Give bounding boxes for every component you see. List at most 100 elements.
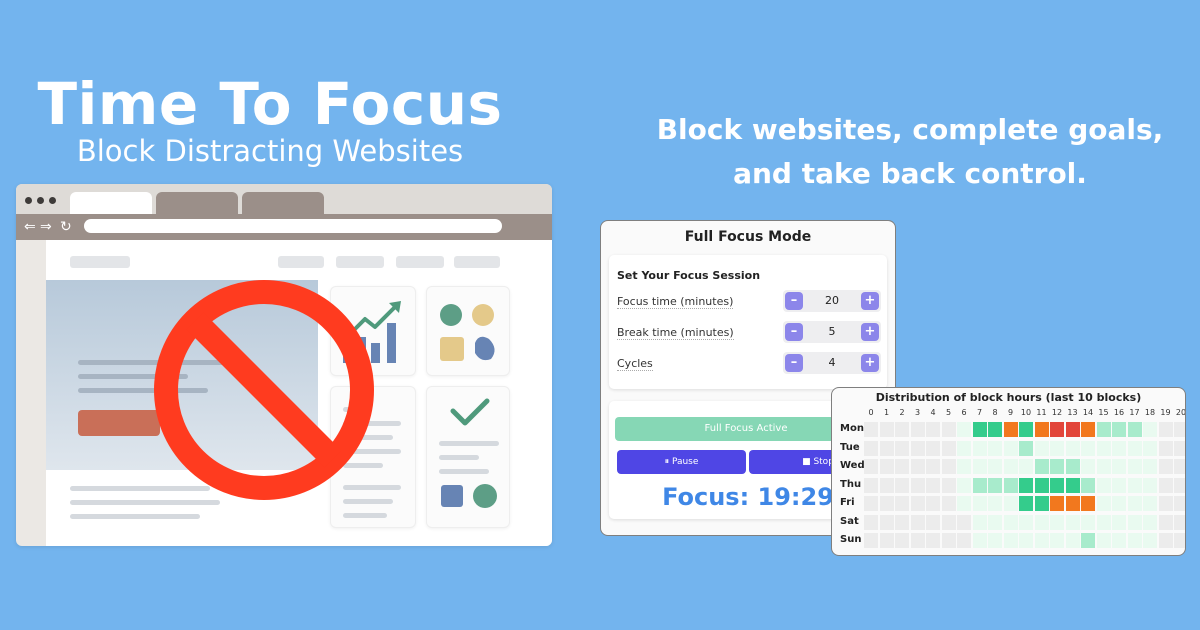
heatmap-cell bbox=[1096, 533, 1111, 548]
tab-bar bbox=[16, 184, 552, 214]
heatmap-cell bbox=[926, 440, 940, 456]
heatmap-cell bbox=[926, 514, 940, 530]
heatmap-cell bbox=[941, 440, 956, 456]
heatmap-cell bbox=[957, 514, 971, 530]
heatmap-cell bbox=[1127, 459, 1142, 474]
text-placeholder bbox=[70, 514, 200, 519]
heatmap-cell bbox=[1065, 496, 1080, 511]
heatmap-cell bbox=[879, 440, 894, 456]
heatmap-cell bbox=[1143, 514, 1157, 530]
checkmark-icon bbox=[450, 398, 490, 426]
text-placeholder bbox=[439, 469, 489, 474]
heatmap-cell bbox=[972, 440, 987, 456]
heatmap-cell bbox=[895, 440, 909, 456]
heatmap-cell bbox=[972, 496, 987, 511]
heatmap-cell bbox=[910, 514, 925, 530]
focus-time-stepper: – 20 + bbox=[783, 290, 881, 312]
heatmap-hour-label: 16 bbox=[1113, 408, 1125, 417]
heatmap-cell bbox=[1143, 496, 1157, 511]
text-placeholder bbox=[439, 441, 499, 446]
heatmap-cell bbox=[1143, 422, 1157, 437]
heatmap-cell bbox=[1065, 533, 1080, 548]
heatmap-hour-label: 12 bbox=[1051, 408, 1063, 417]
heatmap-cell bbox=[1158, 496, 1173, 511]
tagline: Block websites, complete goals, and take… bbox=[640, 108, 1180, 196]
focus-settings-card: Set Your Focus Session Focus time (minut… bbox=[609, 255, 887, 389]
heatmap-cell bbox=[988, 496, 1002, 511]
heatmap-cell bbox=[864, 477, 878, 493]
focus-settings-heading: Set Your Focus Session bbox=[617, 269, 761, 282]
heatmap-day-label: Sat bbox=[840, 515, 859, 527]
heatmap-cell bbox=[1081, 459, 1095, 474]
heatmap-hour-label: 0 bbox=[868, 408, 874, 417]
pause-button[interactable]: ⏸ Pause bbox=[617, 450, 746, 474]
focus-panel-title: Full Focus Mode bbox=[684, 229, 812, 245]
heatmap-cell bbox=[1112, 440, 1126, 456]
heatmap-cell bbox=[941, 422, 956, 437]
heatmap-cell bbox=[1019, 422, 1033, 437]
text-placeholder bbox=[343, 513, 387, 518]
heatmap-cell bbox=[972, 533, 987, 548]
heatmap-cell bbox=[1081, 533, 1095, 548]
shapes-card bbox=[426, 286, 510, 376]
heatmap-cell bbox=[1174, 459, 1185, 474]
tagline-line-1: Block websites, complete goals, bbox=[656, 113, 1164, 146]
heatmap-cell bbox=[910, 459, 925, 474]
heatmap-cell bbox=[1003, 477, 1018, 493]
heatmap-cell bbox=[910, 533, 925, 548]
heatmap-cell bbox=[910, 440, 925, 456]
heatmap-cell bbox=[1112, 459, 1126, 474]
heatmap-cell bbox=[957, 477, 971, 493]
heatmap-cell bbox=[1158, 533, 1173, 548]
heatmap-cell bbox=[1081, 514, 1095, 530]
back-arrow-icon: ⇐ bbox=[24, 219, 36, 235]
heatmap-cell bbox=[1034, 496, 1049, 511]
heatmap-cell bbox=[895, 477, 909, 493]
heatmap-cell bbox=[1050, 514, 1064, 530]
heatmap-cell bbox=[1174, 440, 1185, 456]
heatmap-cell bbox=[1174, 422, 1185, 437]
title: Time To Focus bbox=[37, 70, 503, 138]
heatmap-cell bbox=[1019, 533, 1033, 548]
heatmap-cell bbox=[1034, 440, 1049, 456]
heatmap-cell bbox=[1065, 440, 1080, 456]
header-placeholder bbox=[278, 256, 324, 268]
heatmap-cell bbox=[1158, 459, 1173, 474]
break-time-plus-button[interactable]: + bbox=[861, 323, 879, 341]
heatmap-cell bbox=[1003, 459, 1018, 474]
heatmap-day-label: Fri bbox=[840, 497, 855, 508]
heatmap-cell bbox=[1096, 422, 1111, 437]
reload-icon: ↻ bbox=[60, 219, 72, 235]
focus-time-label: Focus time (minutes) bbox=[617, 295, 734, 309]
heatmap-cell bbox=[926, 477, 940, 493]
cycles-value[interactable]: 4 bbox=[801, 352, 863, 374]
tagline-line-2: and take back control. bbox=[733, 157, 1087, 190]
heatmap-hour-label: 18 bbox=[1144, 408, 1156, 417]
cycles-plus-button[interactable]: + bbox=[861, 354, 879, 372]
heatmap-cell bbox=[1019, 514, 1033, 530]
heatmap-hour-label: 6 bbox=[961, 408, 967, 417]
heatmap-hour-label: 19 bbox=[1160, 408, 1171, 417]
prohibited-icon bbox=[154, 280, 374, 500]
heatmap-cell bbox=[1019, 459, 1033, 474]
focus-time-value[interactable]: 20 bbox=[801, 290, 863, 312]
browser-tab bbox=[156, 192, 238, 214]
heatmap-cell bbox=[1158, 422, 1173, 437]
break-time-value[interactable]: 5 bbox=[801, 321, 863, 343]
heatmap-cell bbox=[1081, 477, 1095, 493]
heatmap-cell bbox=[926, 533, 940, 548]
heatmap-cell bbox=[1003, 514, 1018, 530]
header-placeholder bbox=[454, 256, 500, 268]
focus-time-plus-button[interactable]: + bbox=[861, 292, 879, 310]
heatmap-cell bbox=[910, 477, 925, 493]
heatmap-hour-label: 11 bbox=[1036, 408, 1047, 417]
shapes-icon bbox=[441, 484, 497, 508]
heatmap-cell bbox=[1034, 533, 1049, 548]
heatmap-cell bbox=[1127, 422, 1142, 437]
heatmap-day-label: Thu bbox=[840, 478, 862, 490]
heatmap-cell bbox=[957, 459, 971, 474]
heatmap-cell bbox=[1127, 440, 1142, 456]
heatmap-cell bbox=[864, 459, 878, 474]
text-placeholder bbox=[439, 455, 479, 460]
window-dot bbox=[37, 197, 44, 204]
